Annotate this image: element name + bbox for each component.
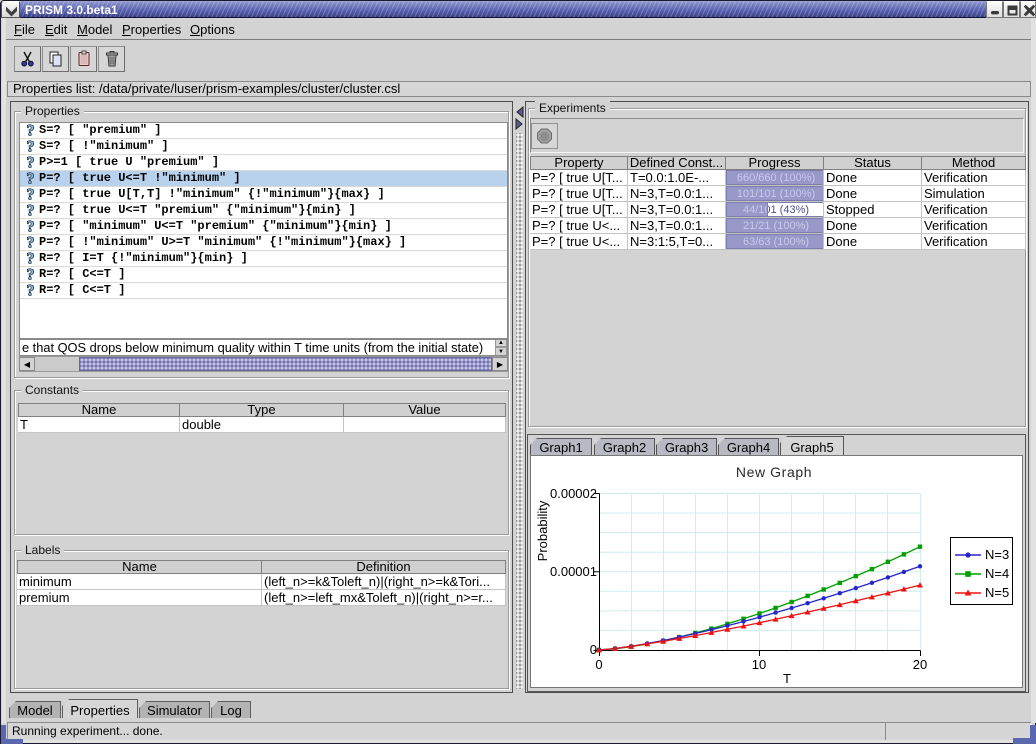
svg-text:Probability: Probability — [535, 500, 550, 561]
svg-text:?: ? — [27, 155, 35, 170]
svg-text:?: ? — [27, 203, 35, 218]
svg-text:N=3: N=3 — [985, 547, 1009, 562]
svg-text:0.00002: 0.00002 — [550, 486, 597, 501]
svg-text:?: ? — [27, 171, 35, 186]
svg-text:N=4: N=4 — [985, 566, 1009, 581]
svg-text:?: ? — [27, 283, 35, 298]
svg-text:0: 0 — [590, 642, 597, 657]
svg-text:20: 20 — [913, 657, 927, 672]
svg-text:0.00001: 0.00001 — [550, 564, 597, 579]
svg-text:?: ? — [27, 251, 35, 266]
svg-text:10: 10 — [752, 657, 766, 672]
svg-text:?: ? — [27, 139, 35, 154]
svg-text:?: ? — [27, 187, 35, 202]
svg-text:?: ? — [27, 267, 35, 282]
svg-text:0: 0 — [595, 657, 602, 672]
svg-text:?: ? — [27, 219, 35, 234]
svg-text:?: ? — [27, 123, 35, 138]
svg-text:N=5: N=5 — [985, 585, 1009, 600]
svg-text:T: T — [783, 671, 791, 685]
svg-text:New Graph: New Graph — [736, 464, 812, 480]
svg-text:?: ? — [27, 235, 35, 250]
